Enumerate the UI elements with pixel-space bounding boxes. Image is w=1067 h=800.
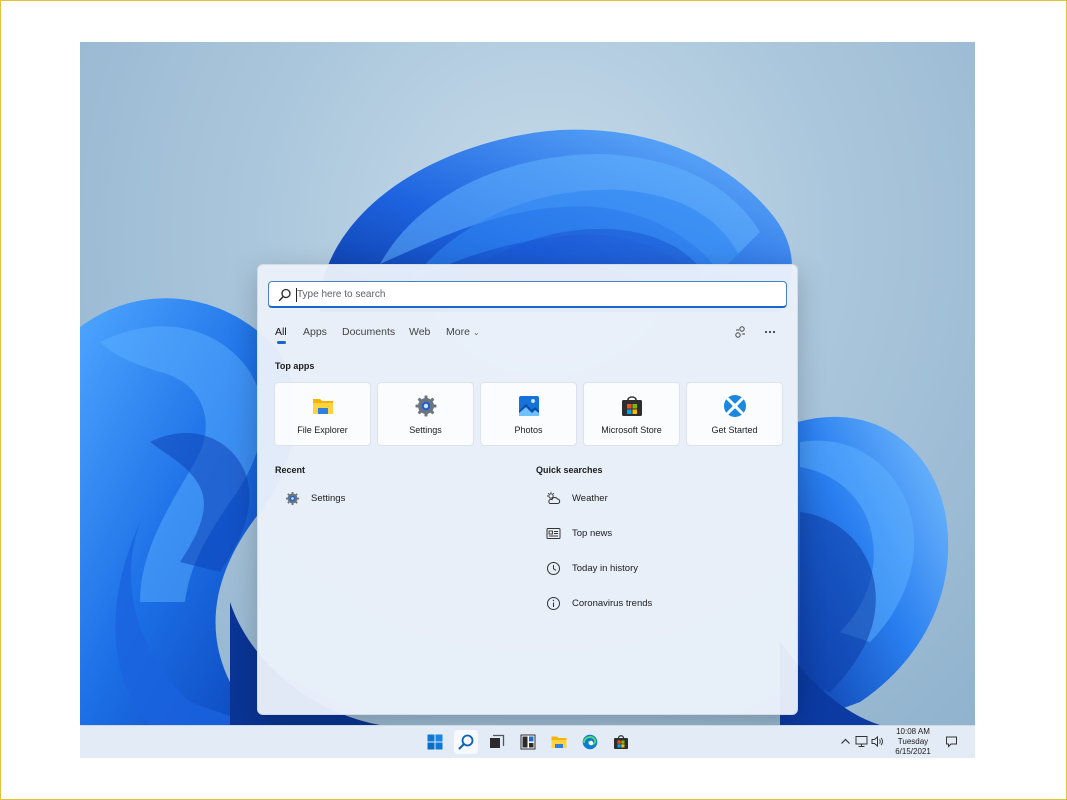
edge-button[interactable] [578, 730, 602, 754]
tab-web[interactable]: Web [409, 326, 430, 338]
file-explorer-icon [313, 399, 333, 414]
edge-icon [582, 734, 598, 750]
clock-time: 10:08 AM [896, 727, 930, 736]
info-icon [547, 597, 560, 610]
get-started-icon [724, 395, 746, 417]
app-tile-label: Settings [409, 425, 442, 435]
quick-search-top-news[interactable]: Top news [546, 525, 766, 547]
taskbar: 10:08 AM Tuesday 6/15/2021 [80, 725, 975, 758]
task-view-button[interactable] [485, 730, 509, 754]
recent-item-label: Settings [311, 493, 346, 504]
notification-icon[interactable] [945, 735, 958, 748]
photos-icon [519, 396, 539, 416]
quick-search-label: Today in history [572, 563, 639, 574]
tab-apps[interactable]: Apps [303, 326, 327, 338]
chevron-up-icon[interactable] [839, 735, 852, 748]
tab-more-label: More [446, 326, 470, 338]
app-tile-file-explorer[interactable]: File Explorer [274, 382, 371, 446]
start-button[interactable] [423, 730, 447, 754]
store-button[interactable] [609, 730, 633, 754]
widgets-icon [520, 734, 536, 750]
quick-search-weather[interactable]: Weather [546, 490, 766, 512]
settings-gear-icon [415, 395, 437, 417]
settings-gear-icon [285, 491, 300, 506]
file-explorer-button[interactable] [547, 730, 571, 754]
taskbar-clock[interactable]: 10:08 AM Tuesday 6/15/2021 [882, 727, 944, 757]
app-tile-settings[interactable]: Settings [377, 382, 474, 446]
quick-search-label: Weather [572, 493, 608, 504]
app-tile-label: File Explorer [297, 425, 348, 435]
microsoft-store-icon [622, 396, 642, 416]
app-tile-photos[interactable]: Photos [480, 382, 577, 446]
app-tile-label: Microsoft Store [601, 425, 662, 435]
quick-search-coronavirus-trends[interactable]: Coronavirus trends [546, 595, 766, 617]
tab-more[interactable]: More ⌄ [446, 326, 480, 338]
weather-icon [547, 491, 561, 504]
top-apps-title: Top apps [275, 361, 315, 371]
search-button[interactable] [454, 730, 478, 754]
folder-icon [551, 736, 567, 748]
network-icon[interactable] [855, 735, 868, 748]
recent-title: Recent [275, 465, 306, 475]
widgets-button[interactable] [516, 730, 540, 754]
task-view-icon [490, 734, 505, 748]
active-tab-indicator [277, 341, 286, 344]
quick-search-today-in-history[interactable]: Today in history [546, 560, 766, 582]
more-options-icon[interactable] [763, 325, 777, 339]
tab-all[interactable]: All [275, 326, 287, 338]
app-tile-microsoft-store[interactable]: Microsoft Store [583, 382, 680, 446]
quick-search-label: Top news [572, 528, 613, 539]
recent-item-settings[interactable]: Settings [285, 490, 505, 512]
app-tile-label: Photos [514, 425, 543, 435]
quick-searches-title: Quick searches [536, 465, 603, 475]
search-flyout: All Apps Documents Web More⌄ Top apps Fi… [257, 264, 798, 715]
search-icon [458, 734, 474, 750]
clock-icon [547, 562, 560, 575]
windows-logo-icon [427, 734, 443, 750]
clock-date: 6/15/2021 [895, 747, 931, 756]
tab-documents[interactable]: Documents [342, 326, 395, 338]
app-tile-get-started[interactable]: Get Started [686, 382, 783, 446]
share-icon[interactable] [733, 325, 747, 339]
chevron-down-icon: ⌄ [472, 328, 480, 337]
search-icon [278, 288, 291, 302]
clock-day: Tuesday [897, 737, 929, 746]
store-icon [614, 735, 628, 749]
search-input[interactable] [295, 285, 777, 304]
app-tile-label: Get Started [711, 425, 758, 435]
search-box[interactable] [268, 281, 787, 308]
quick-search-label: Coronavirus trends [572, 598, 653, 609]
news-icon [546, 528, 561, 539]
